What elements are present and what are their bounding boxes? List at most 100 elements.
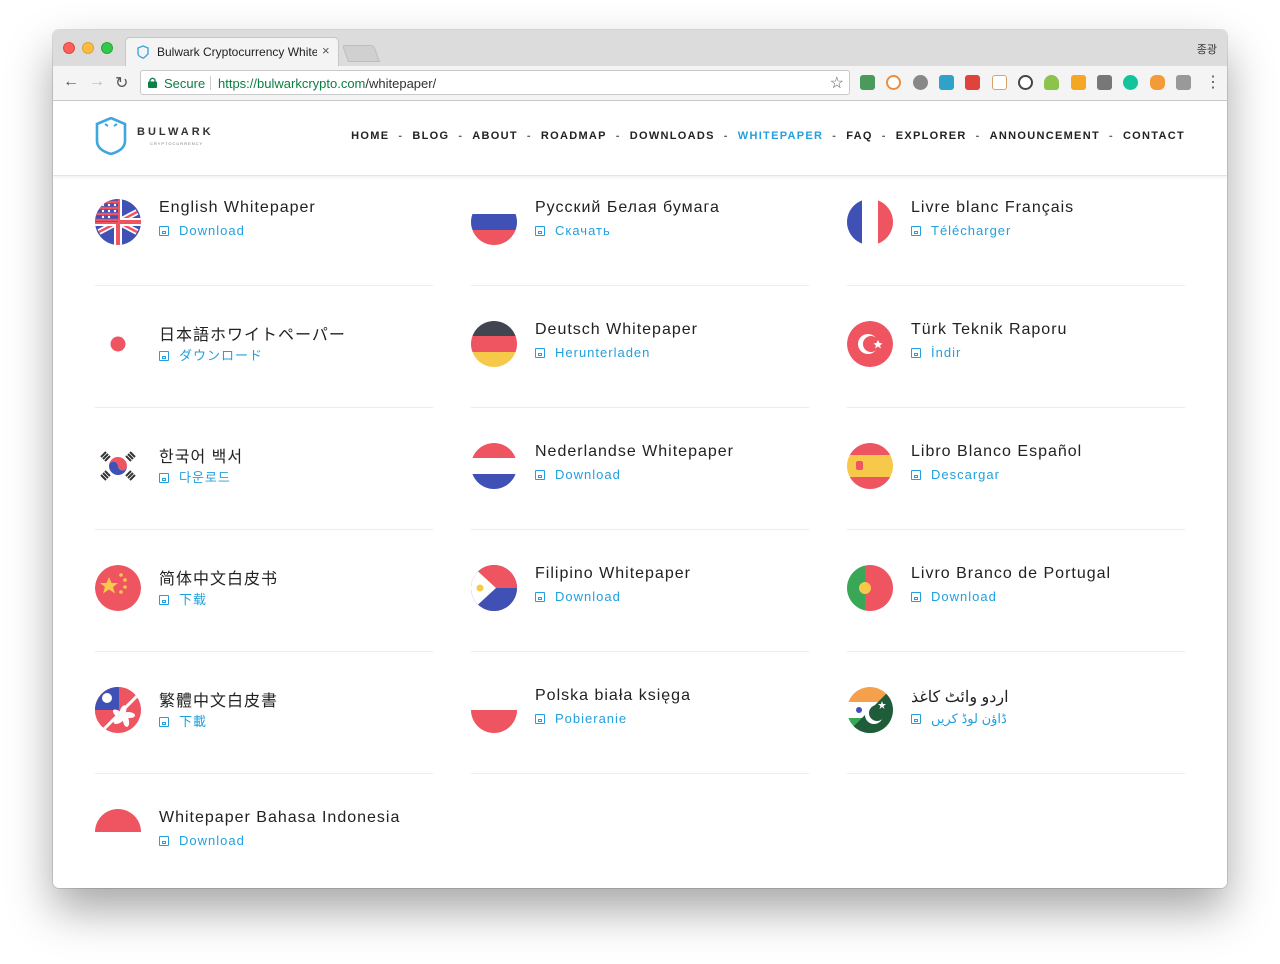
download-label: 下載: [179, 714, 208, 729]
nav-whitepaper[interactable]: WHITEPAPER: [738, 130, 824, 142]
nav-roadmap[interactable]: ROADMAP: [541, 130, 607, 142]
download-link[interactable]: ڈاؤن لوڈ کریں: [911, 711, 1007, 727]
forward-arrow-icon[interactable]: →: [89, 73, 105, 91]
nav-faq[interactable]: FAQ: [846, 130, 873, 142]
save-icon: [535, 592, 545, 602]
divider: [847, 773, 1185, 774]
nav-about[interactable]: ABOUT: [472, 130, 518, 142]
browser-menu-icon[interactable]: ⋮: [1205, 72, 1221, 92]
zoom-window-button[interactable]: [101, 42, 113, 54]
secure-label: Secure: [164, 76, 206, 91]
whitepaper-item: 简体中文白皮书 下载: [95, 565, 433, 687]
extension-android-icon[interactable]: [1044, 75, 1059, 90]
turkey-flag-icon: [847, 321, 893, 367]
japan-flag-icon: [95, 321, 141, 367]
extension-b-icon[interactable]: [886, 75, 901, 90]
download-link[interactable]: Download: [535, 467, 621, 482]
download-label: Download: [179, 223, 245, 238]
download-link[interactable]: Скачать: [535, 223, 611, 238]
download-link[interactable]: Télécharger: [911, 223, 1011, 238]
download-link[interactable]: Download: [535, 589, 621, 604]
download-label: 下载: [179, 592, 208, 607]
whitepaper-item: Whitepaper Bahasa Indonesia Download: [95, 809, 433, 888]
download-label: Herunterladen: [555, 345, 651, 360]
nav-explorer[interactable]: EXPLORER: [896, 130, 967, 142]
nav-blog[interactable]: BLOG: [412, 130, 449, 142]
address-bar[interactable]: Secure https://bulwarkcrypto.com/whitepa…: [140, 70, 850, 95]
download-label: Скачать: [555, 223, 611, 238]
nav-separator: -: [975, 130, 981, 142]
whitepaper-title: Русский Белая бумага: [535, 199, 720, 216]
bookmark-star-icon[interactable]: ☆: [830, 73, 844, 93]
download-link[interactable]: Pobieranie: [535, 711, 627, 726]
whitepaper-item: Polska biała księga Pobieranie: [471, 687, 809, 809]
extension-evernote-icon[interactable]: [860, 75, 875, 90]
extension-off-icon[interactable]: [1071, 75, 1086, 90]
extension-info-icon[interactable]: [1018, 75, 1033, 90]
extension-jb-icon[interactable]: [1097, 75, 1112, 90]
save-icon: [535, 226, 545, 236]
back-arrow-icon[interactable]: ←: [63, 73, 79, 91]
close-window-button[interactable]: [63, 42, 75, 54]
whitepaper-item: Türk Teknik Raporu İndir: [847, 321, 1185, 443]
download-link[interactable]: İndir: [911, 345, 961, 360]
download-link[interactable]: Download: [159, 833, 245, 848]
extension-wave-icon[interactable]: [939, 75, 954, 90]
nav-separator: -: [615, 130, 621, 142]
divider: [471, 285, 809, 286]
extension-chat-icon[interactable]: [913, 75, 928, 90]
profile-name[interactable]: 종광: [1197, 41, 1217, 57]
bulwark-logo-icon[interactable]: [94, 117, 128, 155]
whitepaper-title: 日本語ホワイトペーパー: [159, 327, 346, 344]
browser-tab[interactable]: Bulwark Cryptocurrency White ×: [125, 37, 339, 66]
nav-separator: -: [1108, 130, 1114, 142]
divider: [471, 651, 809, 652]
extension-calendar-icon[interactable]: [992, 75, 1007, 90]
url-text[interactable]: https://bulwarkcrypto.com/whitepaper/: [218, 76, 436, 91]
save-icon: [159, 595, 169, 605]
extension-cors-icon[interactable]: [965, 75, 980, 90]
nav-separator: -: [526, 130, 532, 142]
divider: [95, 285, 433, 286]
download-label: Télécharger: [931, 223, 1012, 238]
divider: [95, 407, 433, 408]
download-link[interactable]: 下載: [159, 711, 207, 730]
whitepaper-title: اردو وائٹ کاغذ: [911, 689, 1009, 706]
save-icon: [911, 592, 921, 602]
omnibox-divider: [210, 76, 211, 90]
download-link[interactable]: ダウンロード: [159, 345, 263, 364]
extension-fox-icon[interactable]: [1150, 75, 1165, 90]
reload-icon[interactable]: ↻: [115, 73, 128, 93]
tab-close-icon[interactable]: ×: [322, 43, 330, 58]
new-tab-button[interactable]: [341, 45, 381, 62]
download-label: Download: [179, 833, 245, 848]
whitepaper-title: Filipino Whitepaper: [535, 565, 691, 582]
download-link[interactable]: Download: [159, 223, 245, 238]
download-link[interactable]: 다운로드: [159, 467, 231, 486]
divider: [95, 529, 433, 530]
download-label: Download: [931, 589, 997, 604]
url-host: https://bulwarkcrypto.com: [218, 76, 366, 91]
whitepaper-title: Türk Teknik Raporu: [911, 321, 1068, 338]
nav-downloads[interactable]: DOWNLOADS: [630, 130, 715, 142]
whitepaper-title: Whitepaper Bahasa Indonesia: [159, 809, 401, 826]
divider: [847, 529, 1185, 530]
extension-camera-icon[interactable]: [1176, 75, 1191, 90]
download-link[interactable]: Download: [911, 589, 997, 604]
tab-title: Bulwark Cryptocurrency White: [157, 45, 317, 59]
divider: [471, 407, 809, 408]
nav-announcement[interactable]: ANNOUNCEMENT: [990, 130, 1100, 142]
whitepaper-title: Livro Branco de Portugal: [911, 565, 1112, 582]
download-link[interactable]: Herunterladen: [535, 345, 650, 360]
download-link[interactable]: 下载: [159, 589, 207, 608]
nav-separator: -: [398, 130, 404, 142]
nav-contact[interactable]: CONTACT: [1123, 130, 1185, 142]
whitepaper-title: 繁體中文白皮書: [159, 693, 279, 710]
extension-grammarly-icon[interactable]: [1123, 75, 1138, 90]
save-icon: [911, 226, 921, 236]
whitepaper-item: Libro Blanco Español Descargar: [847, 443, 1185, 565]
logo-text[interactable]: BULWARK: [137, 126, 214, 138]
minimize-window-button[interactable]: [82, 42, 94, 54]
nav-home[interactable]: HOME: [351, 130, 389, 142]
download-link[interactable]: Descargar: [911, 467, 1000, 482]
